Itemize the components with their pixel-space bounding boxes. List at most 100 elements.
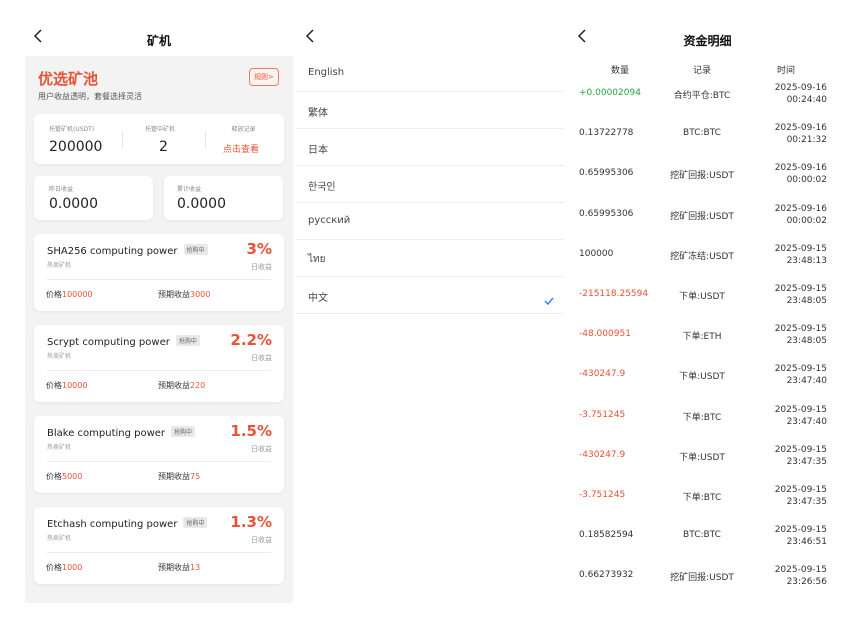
- view-records-link[interactable]: 点击查看: [223, 142, 259, 155]
- stat-release-records: 释放记录 点击查看: [223, 124, 259, 155]
- amount-cell: -3.751245: [579, 409, 626, 420]
- table-row: -430247.9 下单:USDT 2025-09-15 23:47:35: [566, 436, 849, 476]
- status-badge: 抢购中: [175, 335, 200, 346]
- divider: [47, 279, 271, 280]
- date-text: 2025-09-16: [774, 83, 827, 93]
- time-cell: 2025-09-16 00:00:02: [775, 203, 827, 227]
- divider: [47, 552, 271, 553]
- amount-cell: 0.18582594: [579, 530, 634, 541]
- amount-cell: 0.66273932: [579, 570, 634, 581]
- status-badge: 抢购中: [171, 426, 196, 437]
- machine-price: 价格100000: [46, 289, 93, 300]
- language-item[interactable]: 繁体: [296, 92, 564, 129]
- date-text: 2025-09-15: [774, 404, 827, 415]
- daily-rate-label: 日收益: [251, 354, 272, 362]
- machine-name-text: Scrypt computing power: [47, 337, 170, 348]
- amount-cell: 0.13722778: [579, 128, 634, 139]
- price-label: 价格: [46, 290, 62, 299]
- status-badge: 抢购中: [183, 244, 208, 255]
- machine-subtitle: 热卖矿机: [47, 444, 72, 451]
- language-item[interactable]: русский: [296, 203, 564, 240]
- price-label: 价格: [46, 381, 62, 390]
- language-label: 한국인: [308, 182, 336, 193]
- machine-card[interactable]: SHA256 computing power 抢购中 热卖矿机 3% 日收益 价格1000…: [34, 234, 284, 311]
- daily-rate-label: 日收益: [251, 536, 272, 544]
- time-text: 23:26:56: [786, 577, 827, 588]
- table-row: 0.66273932 挖矿回报:USDT 2025-09-15 23:26:56: [566, 556, 849, 596]
- time-text: 23:47:40: [786, 376, 827, 387]
- back-button[interactable]: [305, 28, 319, 44]
- record-cell: 挖矿回报:USDT: [670, 171, 734, 182]
- profit-value: 75: [190, 472, 201, 481]
- language-item[interactable]: English: [296, 55, 564, 92]
- language-label: ไทย: [308, 254, 326, 265]
- stat-value: 2: [159, 139, 168, 155]
- profit-label: 预期收益: [158, 563, 190, 572]
- stat-value: 0.0000: [177, 196, 226, 212]
- divider: [47, 370, 271, 371]
- language-label: English: [308, 67, 345, 78]
- record-cell: 合约平仓:BTC: [673, 91, 731, 101]
- record-cell: 下单:USDT: [679, 452, 725, 463]
- machine-name: Blake computing power 抢购中: [47, 426, 196, 439]
- date-text: 2025-09-16: [774, 163, 827, 174]
- record-cell: 下单:BTC: [682, 412, 722, 423]
- daily-rate: 3%: [246, 240, 272, 258]
- language-label: 繁体: [308, 108, 328, 119]
- stat-label: 释放记录: [231, 126, 256, 133]
- rules-button[interactable]: 规则>: [249, 68, 279, 86]
- amount-cell: -215118.25594: [579, 289, 649, 299]
- machine-name-text: Etchash computing power: [47, 519, 178, 530]
- price-label: 价格: [46, 472, 62, 481]
- price-value: 1000: [62, 563, 83, 572]
- record-cell: BTC:BTC: [683, 530, 721, 541]
- daily-rate: 1.5%: [230, 422, 272, 440]
- time-text: 23:47:35: [786, 497, 827, 507]
- table-row: 100000 挖矿冻结:USDT 2025-09-15 23:48:13: [566, 235, 849, 275]
- date-text: 2025-09-15: [774, 444, 827, 455]
- machine-subtitle: 热卖矿机: [47, 353, 72, 360]
- profit-label: 预期收益: [158, 381, 190, 390]
- language-item[interactable]: 日本: [296, 129, 564, 166]
- time-text: 00:00:02: [786, 215, 827, 226]
- table-row: -430247.9 下单:USDT 2025-09-15 23:47:40: [566, 355, 849, 395]
- mining-panel: 矿机 优选矿池 用户收益透明，套餐选择灵活 规则> 托管矿机(USDT) 200…: [25, 0, 293, 624]
- machine-card[interactable]: Blake computing power 抢购中 热卖矿机 1.5% 日收益 价格500…: [34, 416, 284, 493]
- profit-label: 预期收益: [158, 472, 190, 481]
- record-cell: 下单:BTC: [682, 493, 722, 503]
- profit-label: 预期收益: [158, 290, 190, 299]
- time-cell: 2025-09-15 23:47:35: [775, 484, 827, 508]
- table-row: 0.65995306 挖矿回报:USDT 2025-09-16 00:00:02: [566, 195, 849, 235]
- language-item[interactable]: 中文: [296, 277, 564, 314]
- page-title: 矿机: [146, 34, 171, 48]
- funds-panel: 资金明细 数量 记录 时间 +0.00002094 合约平仓:BTC 2025-09…: [566, 0, 849, 624]
- time-text: 23:46:51: [786, 537, 827, 548]
- mining-body: 优选矿池 用户收益透明，套餐选择灵活 规则> 托管矿机(USDT) 200000…: [25, 56, 293, 603]
- time-cell: 2025-09-15 23:47:40: [775, 404, 827, 428]
- page-title: 资金明细: [683, 34, 732, 48]
- daily-rate: 2.2%: [230, 331, 272, 349]
- stat-value: 0.0000: [49, 196, 98, 212]
- divider: [122, 131, 123, 148]
- language-label: 中文: [308, 293, 328, 304]
- check-icon: [544, 290, 554, 309]
- machine-name: SHA256 computing power 抢购中: [47, 244, 208, 257]
- date-text: 2025-09-15: [774, 565, 827, 576]
- divider: [47, 461, 271, 462]
- record-cell: 挖矿回报:USDT: [670, 573, 734, 584]
- table-row: +0.00002094 合约平仓:BTC 2025-09-16 00:24:40: [566, 74, 849, 114]
- time-cell: 2025-09-15 23:48:05: [775, 283, 827, 307]
- stat-label: 托管中矿机: [145, 126, 176, 133]
- date-text: 2025-09-15: [774, 364, 827, 375]
- machine-profit: 预期收益75: [158, 471, 200, 482]
- machine-card[interactable]: Scrypt computing power 抢购中 热卖矿机 2.2% 日收益 价格10…: [34, 325, 284, 402]
- machine-subtitle: 热卖矿机: [47, 262, 72, 269]
- language-item[interactable]: 한국인: [296, 166, 564, 203]
- language-item[interactable]: ไทย: [296, 240, 564, 277]
- divider: [205, 131, 206, 148]
- amount-cell: -430247.9: [579, 449, 626, 460]
- machine-card[interactable]: Etchash computing power 抢购中 热卖矿机 1.3% 日收益 价格1…: [34, 507, 284, 584]
- time-text: 00:21:32: [786, 135, 827, 146]
- daily-rate-label: 日收益: [251, 445, 272, 453]
- record-cell: 下单:USDT: [679, 292, 725, 302]
